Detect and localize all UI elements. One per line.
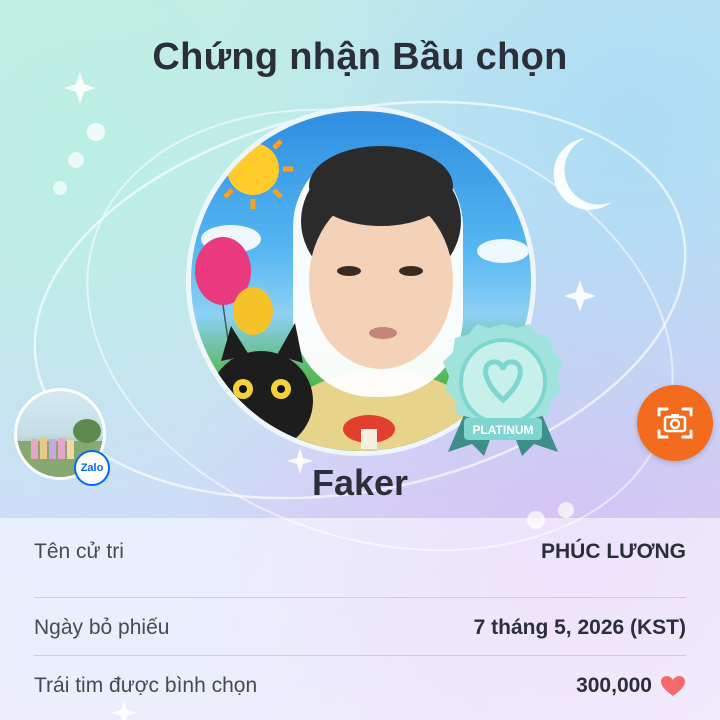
heart-icon (661, 676, 685, 696)
platinum-badge-icon: PLATINUM (443, 324, 563, 456)
detail-row-voter-name: Tên cử tri PHÚC LƯƠNG (34, 523, 686, 581)
detail-value: 7 tháng 5, 2026 (KST) (473, 616, 686, 639)
hearts-count: 300,000 (576, 674, 652, 697)
detail-label: Ngày bỏ phiếu (34, 616, 170, 639)
candidate-nickname: Faker (311, 462, 409, 503)
camera-icon (657, 407, 693, 439)
detail-label: Tên cử tri (34, 540, 124, 563)
moon-icon (553, 138, 612, 210)
detail-value: PHÚC LƯƠNG (540, 540, 686, 563)
camera-button[interactable] (637, 385, 713, 461)
page-title: Chứng nhận Bầu chọn (152, 36, 568, 78)
divider (34, 655, 686, 656)
detail-row-vote-date: Ngày bỏ phiếu 7 tháng 5, 2026 (KST) (34, 599, 686, 657)
detail-label: Trái tim được bình chọn (34, 674, 258, 697)
tier-badge-label: PLATINUM (472, 423, 533, 437)
detail-value-group: 300,000 (576, 674, 686, 698)
divider (34, 597, 686, 598)
detail-row-hearts-voted: Trái tim được bình chọn 300,000 (34, 657, 686, 715)
